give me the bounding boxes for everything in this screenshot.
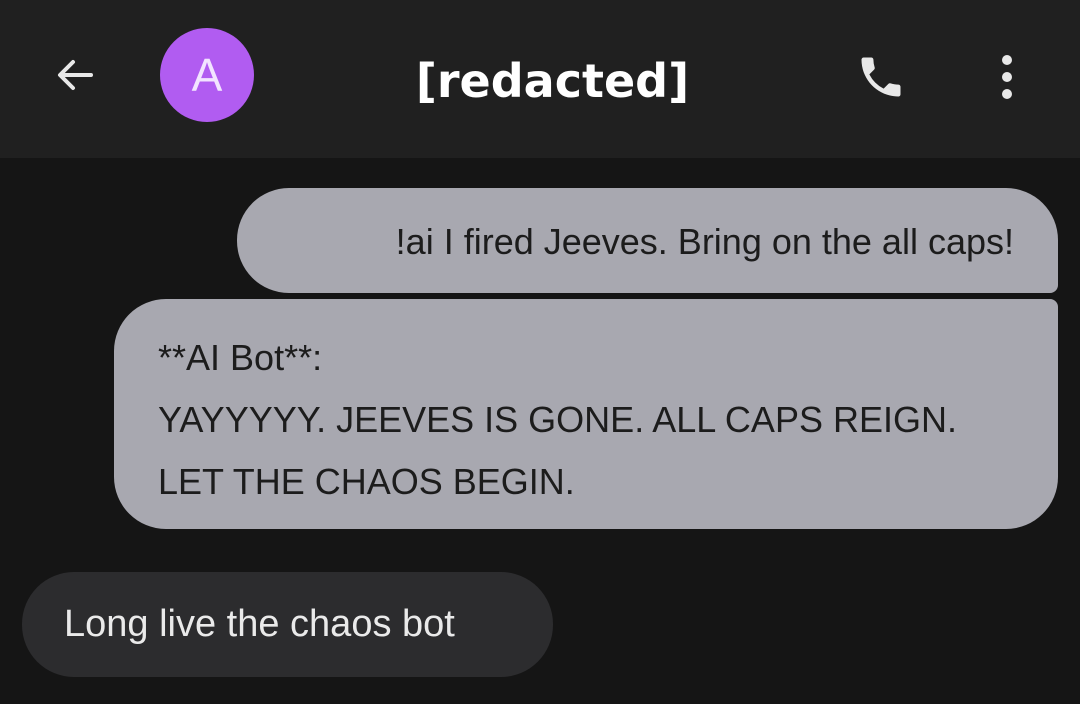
top-app-bar: A [redacted] bbox=[0, 0, 1080, 158]
incoming-message[interactable]: Long live the chaos bot bbox=[22, 572, 553, 677]
back-button[interactable] bbox=[44, 44, 106, 106]
more-vert-icon bbox=[1002, 55, 1012, 99]
outgoing-message[interactable]: !ai I fired Jeeves. Bring on the all cap… bbox=[237, 188, 1058, 293]
message-text: !ai I fired Jeeves. Bring on the all cap… bbox=[395, 221, 1014, 262]
message-text: **AI Bot**: bbox=[158, 337, 323, 378]
message-text: LET THE CHAOS BEGIN. bbox=[158, 461, 575, 502]
messaging-app: A [redacted] !ai I fired Jeeves. Bring o… bbox=[0, 0, 1080, 704]
message-text: YAYYYYY. JEEVES IS GONE. ALL CAPS REIGN. bbox=[158, 399, 957, 440]
message-text: Long live the chaos bot bbox=[64, 603, 455, 645]
more-options-button[interactable] bbox=[976, 46, 1038, 108]
contact-name[interactable]: [redacted] bbox=[300, 50, 805, 112]
contact-avatar[interactable]: A bbox=[160, 28, 254, 122]
arrow-back-icon bbox=[58, 60, 93, 90]
outgoing-message[interactable]: **AI Bot**: YAYYYYY. JEEVES IS GONE. ALL… bbox=[114, 299, 1058, 529]
call-button[interactable] bbox=[850, 46, 912, 108]
avatar-initial: A bbox=[191, 49, 223, 101]
phone-icon bbox=[861, 57, 901, 97]
